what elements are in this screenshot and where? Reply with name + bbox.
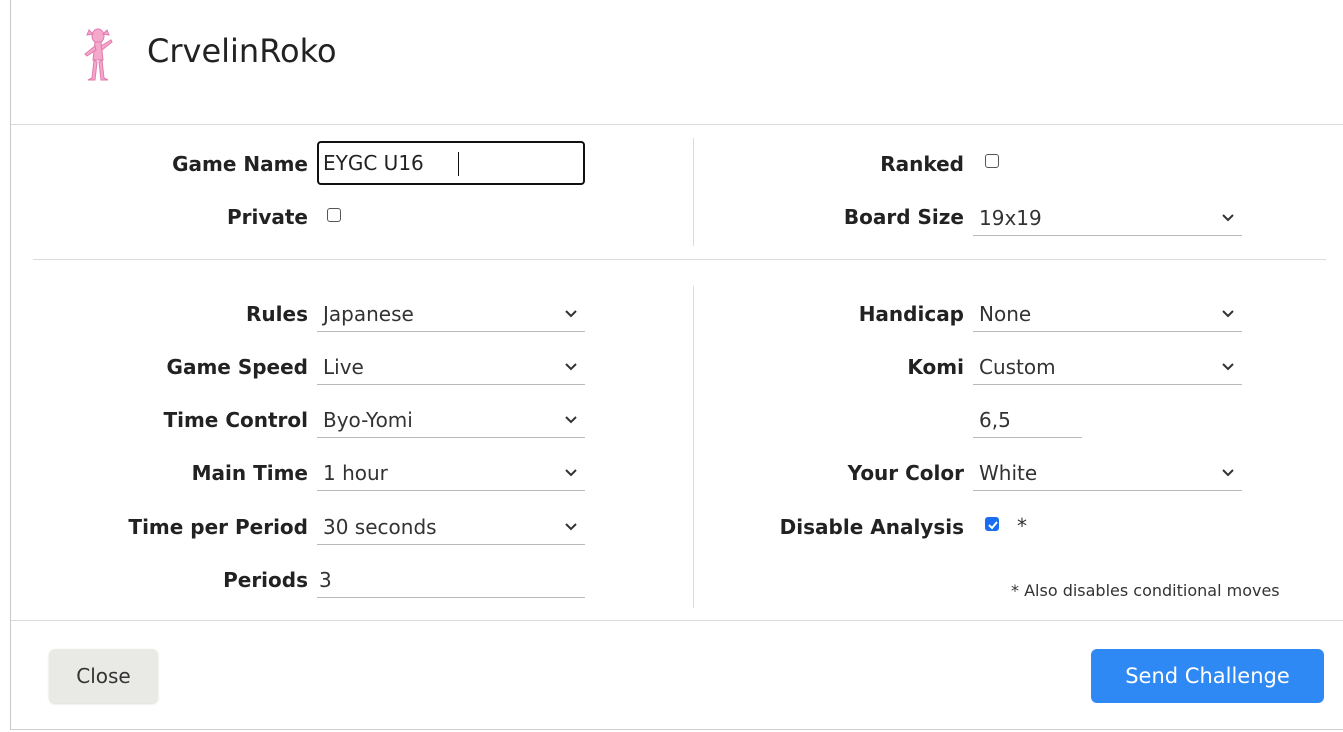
handicap-select[interactable]: None: [973, 298, 1242, 332]
game-speed-label: Game Speed: [166, 355, 308, 379]
chevron-down-icon: [1222, 363, 1234, 371]
periods-label: Periods: [223, 568, 308, 592]
time-control-label: Time Control: [163, 408, 308, 432]
komi-custom-input[interactable]: 6,5: [973, 404, 1082, 438]
time-per-period-select[interactable]: 30 seconds: [317, 511, 585, 545]
komi-label: Komi: [907, 355, 964, 379]
board-size-value: 19x19: [979, 206, 1042, 230]
send-challenge-button[interactable]: Send Challenge: [1091, 649, 1324, 703]
periods-value: 3: [319, 568, 332, 592]
close-button[interactable]: Close: [49, 649, 158, 703]
main-time-select[interactable]: 1 hour: [317, 457, 585, 491]
settings-divider-vertical: [693, 286, 694, 608]
time-control-value: Byo-Yomi: [323, 408, 413, 432]
disable-analysis-label: Disable Analysis: [779, 515, 964, 539]
chevron-down-icon: [565, 416, 577, 424]
time-per-period-label: Time per Period: [128, 515, 308, 539]
ranked-checkbox[interactable]: [985, 154, 999, 168]
private-checkbox[interactable]: [327, 208, 341, 222]
chevron-down-icon: [565, 523, 577, 531]
game-speed-select[interactable]: Live: [317, 351, 585, 385]
handicap-label: Handicap: [858, 302, 964, 326]
board-size-label: Board Size: [843, 205, 964, 229]
game-name-input[interactable]: EYGC U16: [317, 141, 585, 185]
challenge-dialog: CrvelinRoko Game Name EYGC U16 Private R…: [10, 0, 1343, 730]
game-name-label: Game Name: [172, 152, 308, 176]
chevron-down-icon: [1222, 310, 1234, 318]
rules-label: Rules: [246, 302, 308, 326]
footer-divider: [11, 620, 1343, 621]
main-time-label: Main Time: [191, 461, 308, 485]
periods-input[interactable]: 3: [317, 564, 585, 598]
your-color-select[interactable]: White: [973, 457, 1242, 491]
chevron-down-icon: [1222, 469, 1234, 477]
time-per-period-value: 30 seconds: [323, 515, 437, 539]
komi-custom-value: 6,5: [979, 408, 1011, 432]
game-speed-value: Live: [323, 355, 364, 379]
disable-analysis-asterisk: *: [1017, 514, 1027, 538]
board-size-select[interactable]: 19x19: [973, 202, 1242, 236]
section-divider-vertical: [693, 138, 694, 246]
ranked-label: Ranked: [880, 152, 964, 176]
komi-select[interactable]: Custom: [973, 351, 1242, 385]
your-color-value: White: [979, 461, 1038, 485]
time-control-select[interactable]: Byo-Yomi: [317, 404, 585, 438]
checkmark-icon: [988, 521, 998, 530]
disable-analysis-checkbox[interactable]: [985, 517, 999, 531]
pink-panther-avatar-icon: [84, 28, 113, 81]
footnote-text: * Also disables conditional moves: [1011, 581, 1280, 600]
private-label: Private: [226, 205, 308, 229]
dialog-header: CrvelinRoko: [11, 0, 1343, 125]
chevron-down-icon: [1222, 214, 1234, 222]
text-caret: [458, 152, 459, 176]
section-divider: [33, 259, 1326, 260]
main-time-value: 1 hour: [323, 461, 388, 485]
rules-value: Japanese: [323, 302, 414, 326]
chevron-down-icon: [565, 310, 577, 318]
chevron-down-icon: [565, 469, 577, 477]
your-color-label: Your Color: [847, 461, 964, 485]
komi-value: Custom: [979, 355, 1056, 379]
handicap-value: None: [979, 302, 1032, 326]
rules-select[interactable]: Japanese: [317, 298, 585, 332]
game-name-value: EYGC U16: [323, 151, 424, 175]
opponent-username: CrvelinRoko: [147, 32, 337, 70]
chevron-down-icon: [565, 363, 577, 371]
